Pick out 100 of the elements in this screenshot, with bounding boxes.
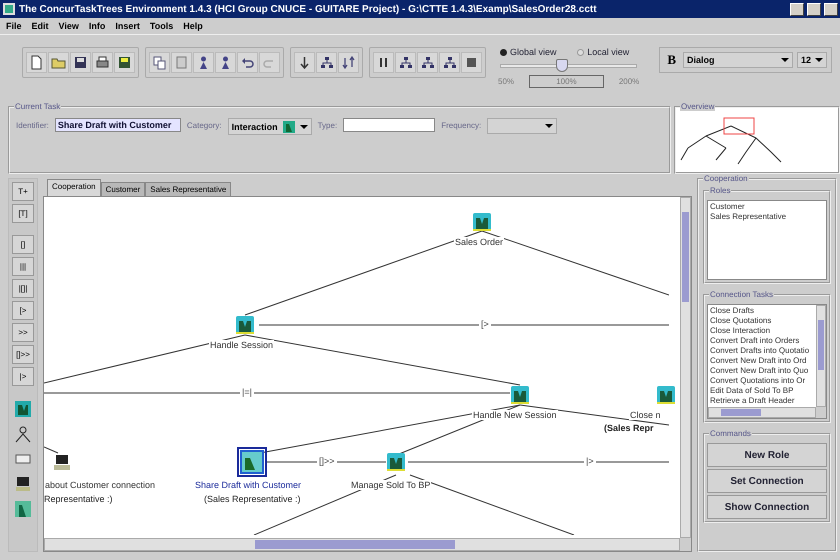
menu-item[interactable]: Tools	[150, 21, 174, 31]
operator-button[interactable]: |[]|	[12, 279, 34, 298]
connection-task-item[interactable]: Edit Data of Sold To BP	[710, 386, 814, 396]
vertical-scrollbar[interactable]	[816, 305, 826, 407]
open-folder-button[interactable]	[48, 52, 69, 73]
connection-task-item[interactable]: Retrieve a Draft Header	[710, 396, 814, 406]
swap-button[interactable]	[338, 52, 359, 73]
connection-task-item[interactable]: Convert Drafts into Quotatio	[710, 346, 814, 356]
task-icon[interactable]	[656, 385, 676, 405]
tree-icon	[420, 55, 435, 70]
panel-title: Current Task	[14, 102, 62, 111]
panel-title: Commands	[709, 429, 752, 438]
role-item[interactable]: Sales Representative	[710, 212, 824, 222]
operator-button[interactable]: |>	[12, 367, 34, 386]
task-label: Handle New Session	[472, 410, 558, 420]
font-size-dropdown[interactable]: 12	[796, 52, 827, 68]
zoom-max-label: 200%	[618, 77, 640, 86]
connection-task-item[interactable]: Convert Draft into Orders	[710, 336, 814, 346]
paste-button[interactable]	[171, 52, 192, 73]
person-computer-icon[interactable]	[239, 449, 265, 475]
zoom-slider-thumb[interactable]	[556, 59, 568, 72]
command-button[interactable]: Show Connection	[707, 495, 827, 519]
menu-item[interactable]: Edit	[32, 21, 49, 31]
undo-button[interactable]	[237, 52, 258, 73]
bars-button[interactable]	[373, 52, 394, 73]
zoom-min-label: 50%	[498, 77, 514, 86]
operator-button[interactable]: T+	[12, 182, 34, 201]
menu-item[interactable]: Insert	[115, 21, 140, 31]
print-icon	[95, 55, 110, 70]
type-field[interactable]	[343, 118, 436, 132]
operator-button[interactable]: []>>	[12, 345, 34, 364]
font-family-dropdown[interactable]: Dialog	[682, 52, 793, 68]
task-icon[interactable]	[235, 315, 255, 335]
task-icon[interactable]	[510, 385, 530, 405]
command-button[interactable]: New Role	[707, 443, 827, 467]
tab[interactable]: Cooperation	[47, 179, 101, 196]
operator-label: |=|	[240, 387, 254, 397]
bold-button[interactable]: B	[664, 52, 679, 68]
person-button[interactable]	[193, 52, 214, 73]
menu-item[interactable]: Info	[88, 21, 106, 31]
connection-task-item[interactable]: Close Interaction	[710, 326, 814, 336]
connection-task-item[interactable]: Close Quotations	[710, 316, 814, 326]
category-dropdown[interactable]: Interaction	[228, 118, 312, 135]
panel-title: Connection Tasks	[709, 290, 774, 299]
tree-button[interactable]	[417, 52, 438, 73]
tree-edge	[44, 446, 58, 454]
horizontal-scrollbar[interactable]	[708, 407, 816, 418]
close-button[interactable]	[824, 2, 838, 16]
task-label: Close n	[629, 410, 662, 420]
operator-button[interactable]: [T]	[12, 204, 34, 223]
horizontal-scrollbar[interactable]	[44, 538, 680, 551]
command-button[interactable]: Set Connection	[707, 469, 827, 493]
app-icon	[2, 2, 16, 16]
connection-task-item[interactable]: Convert Quotations into Or	[710, 376, 814, 386]
tab[interactable]: Customer	[100, 182, 146, 196]
operator-button[interactable]: []	[12, 235, 34, 254]
save-as-icon	[117, 55, 132, 70]
view-radio[interactable]: Global view	[500, 47, 557, 57]
interaction-task-icon	[13, 499, 33, 519]
tree-button[interactable]	[439, 52, 460, 73]
operator-button[interactable]: [>	[12, 301, 34, 320]
connection-task-item[interactable]: Close Drafts	[710, 306, 814, 316]
task-icon[interactable]	[472, 212, 492, 232]
identifier-field[interactable]: Share Draft with Customer	[54, 118, 181, 132]
vertical-scrollbar[interactable]	[680, 197, 691, 538]
tab[interactable]: Sales Representative	[145, 182, 232, 196]
field-label: Type:	[318, 121, 338, 130]
minimize-button[interactable]	[790, 2, 804, 16]
task-label: Share Draft with Customer	[194, 480, 302, 490]
square-button[interactable]	[461, 52, 482, 73]
tree-button[interactable]	[316, 52, 337, 73]
print-button[interactable]	[92, 52, 113, 73]
paste-icon	[174, 55, 189, 70]
task-role-label: (Sales Repr	[604, 423, 654, 433]
operator-button[interactable]: |||	[12, 257, 34, 276]
abstract-task-button[interactable]	[12, 398, 34, 420]
view-radio[interactable]: Local view	[577, 47, 630, 57]
computer-icon[interactable]	[52, 452, 72, 472]
menu-item[interactable]: File	[6, 21, 22, 31]
save-button[interactable]	[70, 52, 91, 73]
arrow-down-button[interactable]	[294, 52, 315, 73]
save-as-button[interactable]	[114, 52, 135, 73]
operator-button[interactable]: >>	[12, 323, 34, 342]
maximize-button[interactable]	[807, 2, 821, 16]
connection-task-item[interactable]: Convert New Draft into Quo	[710, 366, 814, 376]
connection-task-item[interactable]: Convert New Draft into Ord	[710, 356, 814, 366]
swap-icon	[341, 55, 356, 70]
task-role-label: (Sales Representative :)	[204, 494, 301, 504]
role-item[interactable]: Customer	[710, 202, 824, 212]
tree-icon	[319, 55, 334, 70]
new-file-icon	[29, 55, 44, 70]
person-button[interactable]	[215, 52, 236, 73]
field-label: Identifier:	[16, 121, 49, 130]
copy-button[interactable]	[149, 52, 170, 73]
tree-button[interactable]	[395, 52, 416, 73]
menu-item[interactable]: Help	[183, 21, 203, 31]
menu-item[interactable]: View	[58, 21, 79, 31]
new-file-button[interactable]	[26, 52, 47, 73]
interaction-task-button[interactable]	[12, 498, 34, 520]
task-icon[interactable]	[386, 452, 406, 472]
